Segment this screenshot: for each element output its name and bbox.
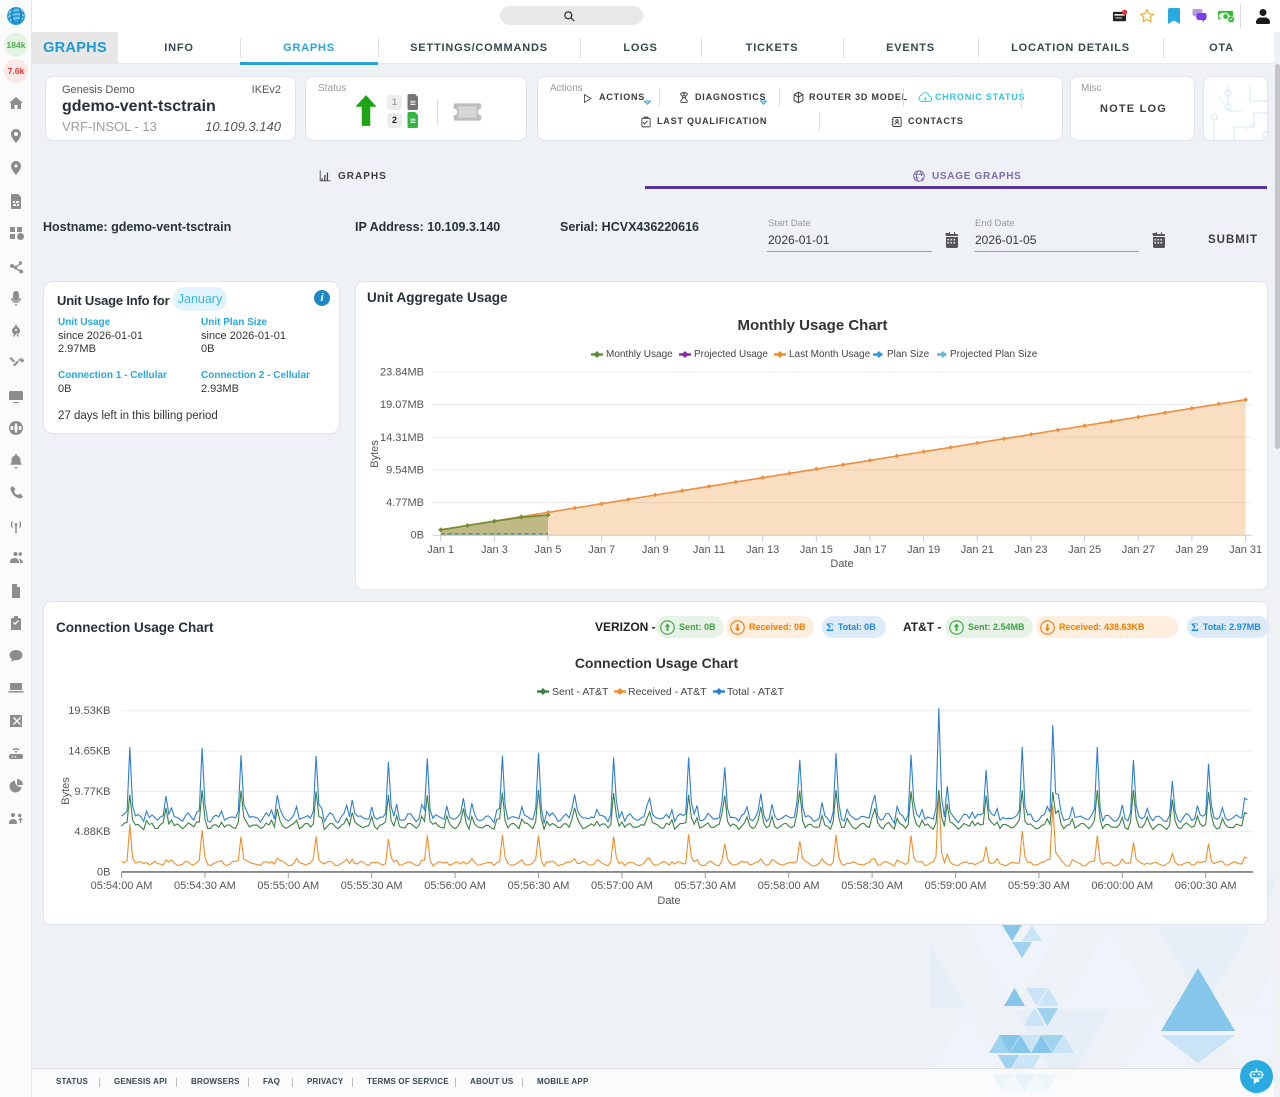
svg-text:05:54:00 AM: 05:54:00 AM xyxy=(91,880,153,892)
svg-text:Jan 17: Jan 17 xyxy=(853,544,886,556)
svg-text:Jan 19: Jan 19 xyxy=(907,544,940,556)
svg-text:Date: Date xyxy=(830,558,853,570)
svg-text:0B: 0B xyxy=(97,866,110,878)
svg-text:Jan 29: Jan 29 xyxy=(1175,544,1208,556)
svg-text:23.84MB: 23.84MB xyxy=(380,367,424,379)
svg-text:Jan 9: Jan 9 xyxy=(642,544,669,556)
svg-text:06:00:30 AM: 06:00:30 AM xyxy=(1175,880,1237,892)
svg-text:Jan 21: Jan 21 xyxy=(961,544,994,556)
svg-text:19.07MB: 19.07MB xyxy=(380,399,424,411)
svg-text:Bytes: Bytes xyxy=(60,777,72,805)
svg-text:05:58:30 AM: 05:58:30 AM xyxy=(841,880,903,892)
svg-text:Bytes: Bytes xyxy=(369,440,381,468)
svg-text:05:56:30 AM: 05:56:30 AM xyxy=(508,880,570,892)
svg-text:Jan 5: Jan 5 xyxy=(535,544,562,556)
svg-text:Jan 13: Jan 13 xyxy=(746,544,779,556)
svg-text:Jan 1: Jan 1 xyxy=(427,544,454,556)
svg-text:Jan 25: Jan 25 xyxy=(1068,544,1101,556)
svg-text:05:59:30 AM: 05:59:30 AM xyxy=(1008,880,1070,892)
svg-text:05:57:30 AM: 05:57:30 AM xyxy=(674,880,736,892)
svg-text:05:55:30 AM: 05:55:30 AM xyxy=(341,880,403,892)
svg-text:0B: 0B xyxy=(411,530,424,542)
svg-text:Jan 31: Jan 31 xyxy=(1229,544,1262,556)
svg-text:06:00:00 AM: 06:00:00 AM xyxy=(1091,880,1153,892)
svg-text:4.77MB: 4.77MB xyxy=(386,497,424,509)
svg-text:05:59:00 AM: 05:59:00 AM xyxy=(925,880,987,892)
svg-text:Jan 23: Jan 23 xyxy=(1014,544,1047,556)
svg-text:9.77KB: 9.77KB xyxy=(74,786,110,798)
svg-text:14.65KB: 14.65KB xyxy=(68,746,110,758)
svg-text:05:54:30 AM: 05:54:30 AM xyxy=(174,880,236,892)
svg-text:05:57:00 AM: 05:57:00 AM xyxy=(591,880,653,892)
svg-text:4.88KB: 4.88KB xyxy=(74,826,110,838)
svg-text:14.31MB: 14.31MB xyxy=(380,432,424,444)
svg-text:Date: Date xyxy=(657,895,680,907)
svg-text:05:56:00 AM: 05:56:00 AM xyxy=(424,880,486,892)
svg-text:Jan 15: Jan 15 xyxy=(800,544,833,556)
svg-text:Jan 7: Jan 7 xyxy=(588,544,615,556)
svg-text:05:55:00 AM: 05:55:00 AM xyxy=(257,880,319,892)
svg-text:9.54MB: 9.54MB xyxy=(386,464,424,476)
svg-text:Jan 11: Jan 11 xyxy=(693,544,725,556)
svg-text:05:58:00 AM: 05:58:00 AM xyxy=(758,880,820,892)
svg-text:Jan 27: Jan 27 xyxy=(1122,544,1155,556)
svg-text:Jan 3: Jan 3 xyxy=(481,544,508,556)
svg-text:19.53KB: 19.53KB xyxy=(68,705,110,717)
